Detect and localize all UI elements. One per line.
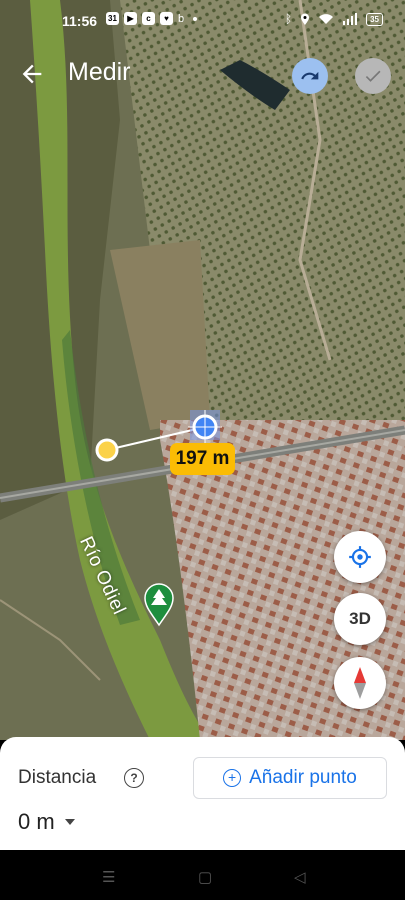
arrow-left-icon [22,64,42,84]
more-notifications-dot [193,16,198,21]
youtube-icon: ▶ [124,12,137,25]
segment-distance-label: 197 m [170,443,235,475]
chevron-down-icon [64,819,75,825]
app-icon: c [142,12,155,25]
done-button[interactable] [355,58,391,94]
distance-unit-selector[interactable]: 0 m [18,809,75,835]
add-point-button[interactable]: + Añadir punto [193,757,387,799]
location-status-icon [301,13,310,25]
signal-icon [343,13,358,25]
measure-panel: Distancia ? + Añadir punto 0 m [0,737,405,850]
compass-button[interactable] [334,657,386,709]
measure-start-point[interactable] [95,438,119,462]
wifi-icon [319,14,334,24]
undo-icon [301,71,319,80]
check-icon [365,70,381,82]
plus-circle-icon: + [223,769,242,787]
back-nav-button[interactable]: ◁ [294,868,306,886]
system-nav-bar: ☰ ▢ ◁ [0,850,405,900]
back-button[interactable] [18,60,48,90]
heart-app-icon: ♥ [160,12,173,25]
distance-title: Distancia [18,767,97,788]
status-time: 11:56 [62,13,98,29]
status-bar: 11:56 31 ▶ c ♥ b ᛒ 35 [0,0,405,42]
battery-icon: 35 [366,12,383,26]
my-location-button[interactable] [334,531,386,583]
bluetooth-icon: ᛒ [284,12,293,26]
compass-icon [354,667,366,699]
calendar-icon: 31 [106,12,119,25]
distance-value: 0 m [18,809,55,834]
undo-button[interactable] [292,58,328,94]
home-nav-button[interactable]: ▢ [198,868,212,886]
measure-toolbar: Medir [0,52,405,100]
notification-icon: b [178,12,185,25]
page-title: Medir [68,58,131,86]
toggle-3d-button[interactable]: 3D [334,593,386,645]
help-icon[interactable]: ? [124,768,144,788]
recents-nav-button[interactable]: ☰ [102,868,115,886]
add-point-label: Añadir punto [249,767,357,788]
my-location-icon [349,546,371,568]
